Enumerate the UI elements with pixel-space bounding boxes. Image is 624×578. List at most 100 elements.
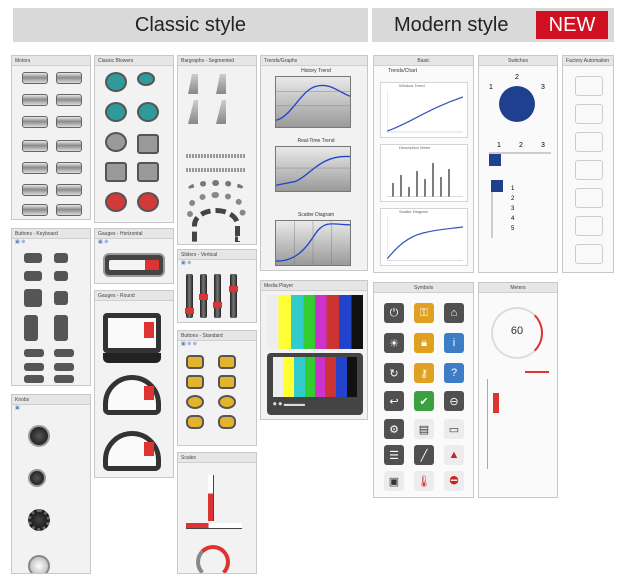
sun-icon[interactable]: ☀	[384, 333, 404, 353]
fa-icon-5[interactable]	[575, 188, 603, 208]
key-9[interactable]	[24, 349, 44, 357]
motor-10[interactable]	[56, 162, 82, 174]
fa-icon-7[interactable]	[575, 244, 603, 264]
switch-label-4: 1	[497, 142, 501, 149]
knob-4[interactable]	[28, 555, 50, 573]
yellow-button-1[interactable]	[186, 355, 204, 369]
document-icon[interactable]: ▤	[414, 419, 434, 439]
motor-4[interactable]	[56, 94, 82, 106]
blower-7[interactable]	[105, 162, 127, 182]
key-4[interactable]	[54, 271, 68, 281]
lock-icon[interactable]: 🔒︎	[414, 333, 434, 353]
box-icon[interactable]: ▣	[384, 471, 404, 491]
key-2[interactable]	[54, 253, 68, 263]
key-7[interactable]	[24, 315, 38, 341]
key-10[interactable]	[54, 349, 74, 357]
vertical-selector[interactable]	[491, 180, 503, 238]
slider-2[interactable]	[199, 274, 208, 318]
motor-11[interactable]	[22, 184, 48, 196]
back-icon[interactable]: ↩	[384, 391, 404, 411]
slider-1[interactable]	[185, 274, 194, 318]
key-5[interactable]	[24, 289, 42, 307]
motor-14[interactable]	[56, 204, 82, 216]
minus-icon[interactable]: ⊖	[444, 391, 464, 411]
round-gauge-1-base	[103, 353, 161, 363]
power-icon[interactable]: ⏻	[384, 303, 404, 323]
motor-7[interactable]	[22, 140, 48, 152]
knob-3[interactable]	[28, 509, 50, 531]
blower-8[interactable]	[137, 162, 159, 182]
motor-6[interactable]	[56, 116, 82, 128]
motor-13[interactable]	[22, 204, 48, 216]
yellow-button-2[interactable]	[218, 355, 236, 369]
yellow-button-4[interactable]	[218, 375, 236, 389]
scatter-diagram-title: Scatter Diagram	[297, 212, 335, 218]
home-icon[interactable]: ⌂	[444, 303, 464, 323]
pen-icon[interactable]: ╱	[414, 445, 434, 465]
unlock-icon[interactable]: ⚷	[414, 363, 434, 383]
blower-1[interactable]	[105, 72, 127, 92]
blower-5[interactable]	[105, 132, 127, 152]
info-icon[interactable]: i	[444, 333, 464, 353]
slider-4[interactable]	[229, 274, 238, 318]
stop-icon[interactable]: ⛔︎	[444, 471, 464, 491]
blower-4[interactable]	[137, 102, 159, 122]
yellow-button-5[interactable]	[186, 395, 204, 409]
key-8[interactable]	[54, 315, 68, 341]
motor-1[interactable]	[22, 72, 48, 84]
key-11[interactable]	[24, 363, 44, 371]
refresh-icon[interactable]: ↻	[384, 363, 404, 383]
warning-icon[interactable]: ▲	[444, 445, 464, 465]
motor-3[interactable]	[22, 94, 48, 106]
blower-9[interactable]	[105, 192, 127, 212]
play-controls[interactable]: ⏺ ⏺ ▬▬▬	[273, 401, 357, 409]
horizontal-selector[interactable]	[489, 152, 551, 166]
blower-2[interactable]	[137, 72, 155, 86]
blower-3[interactable]	[105, 102, 127, 122]
switches-panel: Switches 1 2 3 1 2 3 1 2 3 4 5	[478, 55, 558, 273]
fa-icon-3[interactable]	[575, 132, 603, 152]
bargraphs-title: Bargraphs - Segmented	[178, 56, 256, 66]
blower-6[interactable]	[137, 134, 159, 154]
key-14[interactable]	[54, 375, 74, 383]
modern-style-label: Modern style	[394, 13, 509, 36]
slider-3[interactable]	[213, 274, 222, 318]
round-gauge-3	[103, 431, 161, 471]
yellow-button-6[interactable]	[218, 395, 236, 409]
key-icon[interactable]: ⚿	[414, 303, 434, 323]
media-player-title: Media Player	[261, 281, 367, 291]
fa-icon-6[interactable]	[575, 216, 603, 236]
key-3[interactable]	[24, 271, 42, 281]
yellow-button-8[interactable]	[218, 415, 236, 429]
motor-2[interactable]	[56, 72, 82, 84]
motor-9[interactable]	[22, 162, 48, 174]
motor-8[interactable]	[56, 140, 82, 152]
key-1[interactable]	[24, 253, 42, 263]
key-6[interactable]	[54, 291, 68, 305]
horizontal-scale	[186, 523, 242, 529]
motor-5[interactable]	[22, 116, 48, 128]
fa-icon-2[interactable]	[575, 104, 603, 124]
monitor-icon[interactable]: ▭	[444, 419, 464, 439]
fa-icon-4[interactable]	[575, 160, 603, 180]
list-icon[interactable]: ☰	[384, 445, 404, 465]
buttons-standard-title: Buttons - Standard	[178, 331, 256, 341]
knobs-panel: Knobs ▣	[11, 394, 91, 574]
settings-icon[interactable]: ⚙	[384, 419, 404, 439]
yellow-button-7[interactable]	[186, 415, 204, 429]
modern-bar-title: Description Meter	[399, 145, 431, 150]
fa-icon-1[interactable]	[575, 76, 603, 96]
thermometer-icon[interactable]: 🌡︎	[414, 471, 434, 491]
check-icon[interactable]: ✔	[414, 391, 434, 411]
motor-12[interactable]	[56, 184, 82, 196]
help-icon[interactable]: ?	[444, 363, 464, 383]
knob-2[interactable]	[28, 469, 46, 487]
knob-1[interactable]	[28, 425, 50, 447]
key-13[interactable]	[24, 375, 44, 383]
blower-10[interactable]	[137, 192, 159, 212]
color-bars-2	[273, 357, 357, 397]
gauges-round-title: Gauges - Round	[95, 291, 173, 301]
rotary-switch[interactable]	[499, 86, 535, 122]
key-12[interactable]	[54, 363, 74, 371]
yellow-button-3[interactable]	[186, 375, 204, 389]
